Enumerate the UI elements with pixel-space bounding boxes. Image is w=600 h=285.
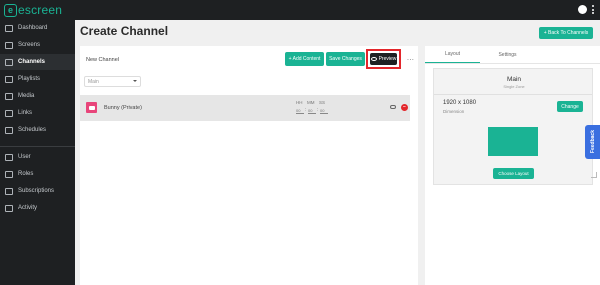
sidebar-item-links[interactable]: Links	[0, 105, 75, 121]
sidebar-item-label: Roles	[18, 171, 34, 177]
tabs-divider	[425, 63, 600, 64]
feedback-label: Feedback	[589, 130, 596, 154]
feedback-tab[interactable]: Feedback	[585, 125, 600, 159]
time-separator: :	[305, 107, 307, 113]
layout-preview	[488, 127, 538, 156]
sidebar-divider	[0, 146, 75, 147]
resize-handle-icon[interactable]	[591, 172, 597, 178]
zone-select-value: Main	[88, 79, 99, 85]
sidebar-item-label: Channels	[18, 59, 46, 65]
sidebar-item-label: Playlists	[18, 76, 41, 82]
top-right-controls	[578, 5, 594, 14]
dimension-label: Dimension	[443, 109, 465, 114]
delete-icon[interactable]: −	[401, 104, 408, 111]
preview-highlight: Preview	[366, 49, 401, 69]
preview-button[interactable]: Preview	[370, 53, 397, 65]
roles-icon	[5, 170, 13, 178]
sidebar-item-label: User	[18, 154, 31, 160]
eye-icon	[370, 57, 377, 61]
save-changes-button[interactable]: Save Changes	[326, 52, 365, 66]
tab-layout[interactable]: Layout	[425, 46, 480, 63]
sidebar-item-screens[interactable]: Screens	[0, 37, 75, 53]
sidebar: Dashboard Screens Channels Playlists Med…	[0, 20, 75, 285]
seconds-label: SS	[319, 100, 326, 105]
sidebar-item-label: Screens	[18, 42, 41, 48]
sidebar-item-label: Dashboard	[18, 25, 48, 31]
app-logo[interactable]: e escreen	[4, 3, 62, 17]
more-options-button[interactable]: ...	[407, 55, 414, 62]
content-list-item[interactable]: Bunny (Private) HH MM SS : : −	[80, 95, 410, 121]
channel-icon	[5, 58, 13, 66]
chevron-down-icon	[133, 80, 137, 82]
sidebar-item-activity[interactable]: Activity	[0, 200, 75, 216]
hours-input[interactable]	[296, 107, 304, 114]
playlist-icon	[5, 75, 13, 83]
layout-card: Main Single Zone 1920 x 1080 Dimension C…	[433, 68, 593, 185]
sidebar-item-user[interactable]: User	[0, 149, 75, 165]
home-icon	[5, 24, 13, 32]
sidebar-item-label: Subscriptions	[18, 188, 55, 194]
tab-settings[interactable]: Settings	[480, 46, 535, 63]
sidebar-item-label: Media	[18, 93, 35, 99]
sidebar-item-schedules[interactable]: Schedules	[0, 122, 75, 138]
calendar-icon	[5, 126, 13, 134]
media-icon	[5, 92, 13, 100]
top-bar: e escreen	[0, 0, 600, 20]
sidebar-item-channels[interactable]: Channels	[0, 54, 75, 70]
sidebar-item-label: Activity	[18, 205, 38, 211]
sidebar-item-playlists[interactable]: Playlists	[0, 71, 75, 87]
sidebar-item-label: Schedules	[18, 127, 47, 133]
sidebar-item-roles[interactable]: Roles	[0, 166, 75, 182]
minutes-input[interactable]	[308, 107, 316, 114]
zone-title: Main	[506, 76, 522, 83]
back-to-channels-button[interactable]: + Back To Channels	[539, 27, 593, 39]
users-icon	[5, 153, 13, 161]
add-content-button[interactable]: + Add Content	[285, 52, 324, 66]
link-icon	[5, 109, 13, 117]
zone-select[interactable]: Main	[84, 76, 141, 87]
content-item-label: Bunny (Private)	[104, 105, 142, 111]
resolution-value: 1920 x 1080	[443, 100, 477, 106]
change-dimension-button[interactable]: Change	[557, 101, 583, 112]
user-account-icon[interactable]	[578, 5, 587, 14]
page-title: Create Channel	[80, 24, 169, 38]
sidebar-item-media[interactable]: Media	[0, 88, 75, 104]
hours-label: HH	[296, 100, 303, 105]
channel-name-input[interactable]	[83, 54, 223, 65]
sidebar-item-dashboard[interactable]: Dashboard	[0, 20, 75, 36]
time-separator: :	[317, 107, 319, 113]
subscription-icon	[5, 187, 13, 195]
sidebar-item-label: Links	[18, 110, 33, 116]
link-icon[interactable]	[390, 105, 396, 109]
logo-text: escreen	[18, 3, 63, 17]
sidebar-item-subscriptions[interactable]: Subscriptions	[0, 183, 75, 199]
layout-panel: Layout Settings Main Single Zone 1920 x …	[425, 46, 600, 285]
activity-icon	[5, 204, 13, 212]
choose-layout-button[interactable]: Choose Layout	[493, 168, 534, 179]
seconds-input[interactable]	[320, 107, 328, 114]
channel-editor-panel: + Add Content Save Changes Preview ... M…	[80, 46, 418, 285]
zone-subtitle: Single Zone	[503, 84, 525, 89]
media-thumbnail-icon	[86, 102, 97, 113]
card-divider	[434, 94, 592, 95]
minutes-label: MM	[307, 100, 315, 105]
monitor-icon	[5, 41, 13, 49]
kebab-menu-icon[interactable]	[592, 5, 594, 14]
preview-label: Preview	[378, 56, 397, 62]
logo-mark: e	[4, 3, 17, 17]
